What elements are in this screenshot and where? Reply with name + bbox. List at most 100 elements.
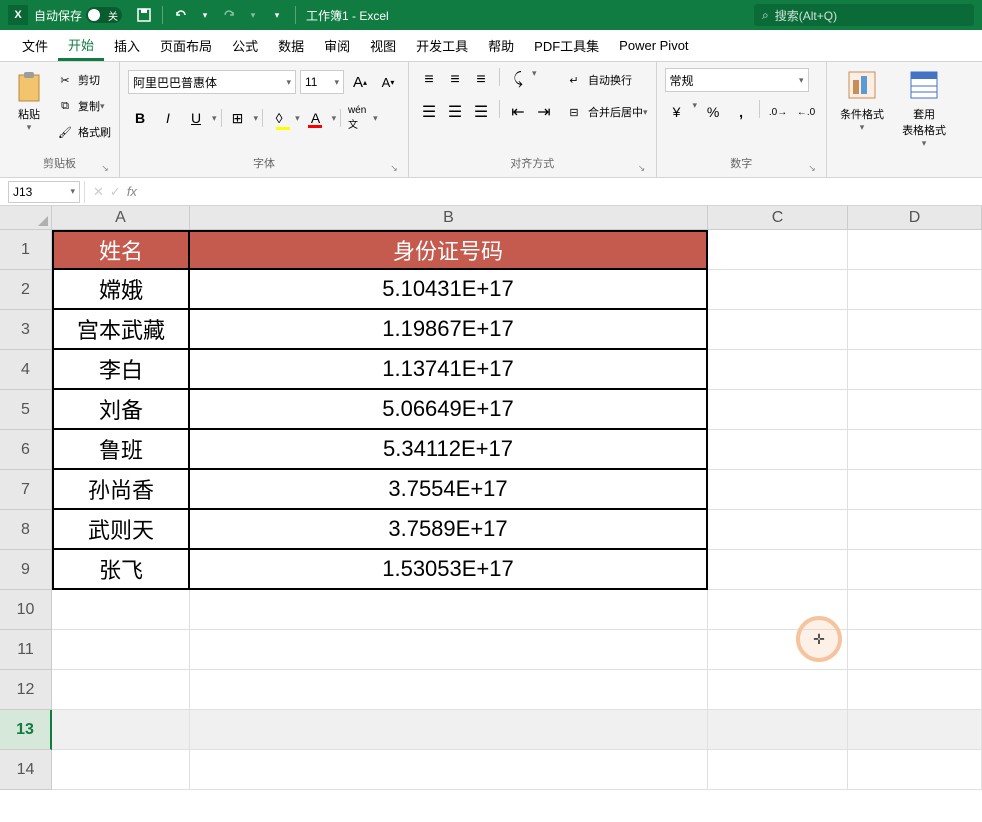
paste-button[interactable]: 粘贴 ▾ <box>8 68 50 155</box>
column-header-a[interactable]: A <box>52 206 190 230</box>
tab-insert[interactable]: 插入 <box>104 31 150 61</box>
row-header-4[interactable]: 4 <box>0 350 52 390</box>
cell-a6[interactable]: 鲁班 <box>52 430 190 470</box>
tab-help[interactable]: 帮助 <box>478 31 524 61</box>
cell-d4[interactable] <box>848 350 982 390</box>
fontcolor-dropdown[interactable]: ▾ <box>332 113 337 124</box>
currency-dropdown[interactable]: ▾ <box>693 100 698 124</box>
cell-b5[interactable]: 5.06649E+17 <box>190 390 708 430</box>
redo-dropdown[interactable]: ▾ <box>243 5 263 25</box>
tab-developer[interactable]: 开发工具 <box>406 31 478 61</box>
cell-c12[interactable] <box>708 670 848 710</box>
cell-d1[interactable] <box>848 230 982 270</box>
tab-data[interactable]: 数据 <box>268 31 314 61</box>
qat-customize-dropdown[interactable]: ▾ <box>267 5 287 25</box>
cell-c1[interactable] <box>708 230 848 270</box>
cell-a12[interactable] <box>52 670 190 710</box>
row-header-10[interactable]: 10 <box>0 590 52 630</box>
row-header-1[interactable]: 1 <box>0 230 52 270</box>
underline-dropdown[interactable]: ▾ <box>212 113 217 124</box>
cell-a7[interactable]: 孙尚香 <box>52 470 190 510</box>
cell-a1[interactable]: 姓名 <box>52 230 190 270</box>
decrease-indent-button[interactable]: ⇤ <box>506 100 530 124</box>
percent-button[interactable]: % <box>701 100 725 124</box>
cell-c6[interactable] <box>708 430 848 470</box>
name-box[interactable]: J13▾ <box>8 181 80 203</box>
cell-b11[interactable] <box>190 630 708 670</box>
fontcolor-button[interactable]: A <box>304 106 328 130</box>
orientation-button[interactable]: ⤹ <box>506 68 530 92</box>
column-header-c[interactable]: C <box>708 206 848 230</box>
tab-file[interactable]: 文件 <box>12 31 58 61</box>
cell-d3[interactable] <box>848 310 982 350</box>
search-input[interactable]: ⌕ 搜索(Alt+Q) <box>754 4 974 26</box>
formula-input[interactable] <box>145 181 982 203</box>
fx-icon[interactable]: fx <box>127 184 137 199</box>
tab-pagelayout[interactable]: 页面布局 <box>150 31 222 61</box>
cell-a9[interactable]: 张飞 <box>52 550 190 590</box>
table-style-button[interactable]: 套用 表格格式 ▾ <box>897 68 951 155</box>
cell-b12[interactable] <box>190 670 708 710</box>
cell-d11[interactable] <box>848 630 982 670</box>
cell-b10[interactable] <box>190 590 708 630</box>
row-header-14[interactable]: 14 <box>0 750 52 790</box>
row-header-9[interactable]: 9 <box>0 550 52 590</box>
row-header-8[interactable]: 8 <box>0 510 52 550</box>
row-header-3[interactable]: 3 <box>0 310 52 350</box>
font-name-select[interactable]: 阿里巴巴普惠体▾ <box>128 70 296 94</box>
cell-a2[interactable]: 嫦娥 <box>52 270 190 310</box>
number-format-select[interactable]: 常规▾ <box>665 68 809 92</box>
tab-powerpivot[interactable]: Power Pivot <box>609 31 698 61</box>
cell-a8[interactable]: 武则天 <box>52 510 190 550</box>
cell-c8[interactable] <box>708 510 848 550</box>
formatpainter-button[interactable]: 🖌格式刷 <box>56 120 111 144</box>
align-left-button[interactable]: ☰ <box>417 100 441 124</box>
fillcolor-dropdown[interactable]: ▾ <box>295 113 300 124</box>
cell-b3[interactable]: 1.19867E+17 <box>190 310 708 350</box>
italic-button[interactable]: I <box>156 106 180 130</box>
cell-d2[interactable] <box>848 270 982 310</box>
cell-c13[interactable] <box>708 710 848 750</box>
phonetic-button[interactable]: wén文 <box>345 106 369 130</box>
clipboard-launcher[interactable]: ↘ <box>99 159 111 171</box>
cell-d6[interactable] <box>848 430 982 470</box>
undo-icon[interactable] <box>171 5 191 25</box>
cancel-formula-icon[interactable]: ✕ <box>93 184 104 200</box>
cell-b14[interactable] <box>190 750 708 790</box>
currency-button[interactable]: ¥ <box>665 100 689 124</box>
row-header-13[interactable]: 13 <box>0 710 52 750</box>
row-header-7[interactable]: 7 <box>0 470 52 510</box>
undo-dropdown[interactable]: ▾ <box>195 5 215 25</box>
align-center-button[interactable]: ☰ <box>443 100 467 124</box>
underline-button[interactable]: U <box>184 106 208 130</box>
cell-b9[interactable]: 1.53053E+17 <box>190 550 708 590</box>
cell-c7[interactable] <box>708 470 848 510</box>
cell-b13[interactable] <box>190 710 708 750</box>
cell-c5[interactable] <box>708 390 848 430</box>
cell-a13[interactable] <box>52 710 190 750</box>
select-all-button[interactable] <box>0 206 52 230</box>
align-top-button[interactable]: ≡ <box>417 68 441 92</box>
comma-button[interactable]: , <box>729 100 753 124</box>
row-header-12[interactable]: 12 <box>0 670 52 710</box>
cell-a5[interactable]: 刘备 <box>52 390 190 430</box>
redo-icon[interactable] <box>219 5 239 25</box>
align-bottom-button[interactable]: ≡ <box>469 68 493 92</box>
align-middle-button[interactable]: ≡ <box>443 68 467 92</box>
alignment-launcher[interactable]: ↘ <box>636 159 648 171</box>
increase-decimal-button[interactable]: .0→ <box>766 100 790 124</box>
align-right-button[interactable]: ☰ <box>469 100 493 124</box>
cell-c3[interactable] <box>708 310 848 350</box>
row-header-11[interactable]: 11 <box>0 630 52 670</box>
save-icon[interactable] <box>134 5 154 25</box>
orientation-dropdown[interactable]: ▾ <box>532 68 537 92</box>
font-launcher[interactable]: ↘ <box>388 159 400 171</box>
tab-formulas[interactable]: 公式 <box>222 31 268 61</box>
cell-c9[interactable] <box>708 550 848 590</box>
worksheet-grid[interactable]: A B C D 1 姓名 身份证号码 2嫦娥5.10431E+17 3宫本武藏1… <box>0 206 982 790</box>
wrap-text-button[interactable]: ↵自动换行 <box>564 68 648 92</box>
row-header-5[interactable]: 5 <box>0 390 52 430</box>
fillcolor-button[interactable]: ◊ <box>267 106 291 130</box>
tab-home[interactable]: 开始 <box>58 31 104 61</box>
autosave-toggle[interactable]: 关 <box>86 7 122 23</box>
